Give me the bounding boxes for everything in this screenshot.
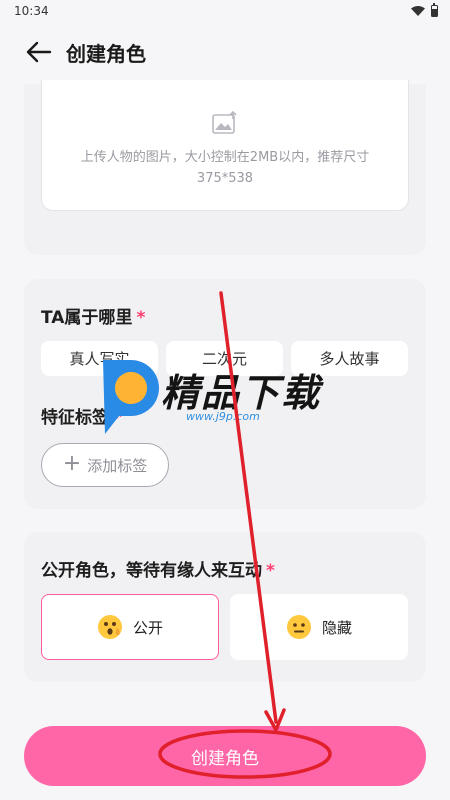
option-public-label: 公开 bbox=[132, 618, 163, 637]
neutral-face-icon bbox=[286, 615, 311, 639]
upload-card: 上传人物的图片，大小控制在2MB以内，推荐尺寸375*538 bbox=[24, 80, 426, 255]
visibility-card: 公开角色，等待有缘人来互动 * 公开 隐藏 bbox=[24, 532, 426, 682]
required-mark: * bbox=[113, 408, 122, 428]
required-mark: * bbox=[266, 561, 275, 581]
visibility-options: 公开 隐藏 bbox=[41, 594, 408, 660]
wifi-icon bbox=[411, 6, 425, 16]
status-time: 10:34 bbox=[14, 4, 49, 18]
battery-icon bbox=[431, 3, 438, 17]
belong-options: 真人写实 二次元 多人故事 bbox=[41, 341, 408, 376]
create-role-button[interactable]: 创建角色 bbox=[24, 726, 426, 786]
image-upload-area[interactable]: 上传人物的图片，大小控制在2MB以内，推荐尺寸375*538 bbox=[41, 80, 409, 211]
status-icons bbox=[411, 3, 438, 17]
tags-title-text: 特征标签 bbox=[41, 408, 109, 428]
arrow-left-icon bbox=[26, 41, 52, 63]
option-hidden[interactable]: 隐藏 bbox=[230, 594, 408, 660]
status-bar: 10:34 bbox=[0, 0, 450, 22]
upload-hint: 上传人物的图片，大小控制在2MB以内，推荐尺寸375*538 bbox=[80, 150, 370, 186]
public-section-title: 公开角色，等待有缘人来互动 * bbox=[41, 556, 275, 581]
belong-title-text: TA属于哪里 bbox=[41, 308, 133, 328]
option-hidden-label: 隐藏 bbox=[321, 618, 352, 637]
role-type-card: TA属于哪里 * 真人写实 二次元 多人故事 特征标签 * + 添加标签 bbox=[24, 279, 426, 509]
option-public[interactable]: 公开 bbox=[41, 594, 219, 660]
option-multi-story[interactable]: 多人故事 bbox=[291, 341, 408, 376]
add-tag-label: 添加标签 bbox=[87, 456, 148, 475]
image-upload-icon bbox=[212, 111, 237, 134]
required-mark: * bbox=[136, 308, 146, 328]
public-title-text: 公开角色，等待有缘人来互动 bbox=[41, 561, 262, 581]
add-tag-button[interactable]: + 添加标签 bbox=[41, 443, 169, 487]
plus-icon: + bbox=[62, 451, 82, 476]
top-app-bar: 创建角色 bbox=[0, 30, 450, 74]
tags-section-title: 特征标签 * bbox=[41, 403, 122, 428]
page-title: 创建角色 bbox=[66, 41, 146, 66]
option-anime[interactable]: 二次元 bbox=[166, 341, 283, 376]
back-button[interactable] bbox=[24, 37, 54, 67]
option-realistic[interactable]: 真人写实 bbox=[41, 341, 158, 376]
belong-section-title: TA属于哪里 * bbox=[41, 303, 145, 328]
surprised-face-icon bbox=[97, 615, 122, 639]
